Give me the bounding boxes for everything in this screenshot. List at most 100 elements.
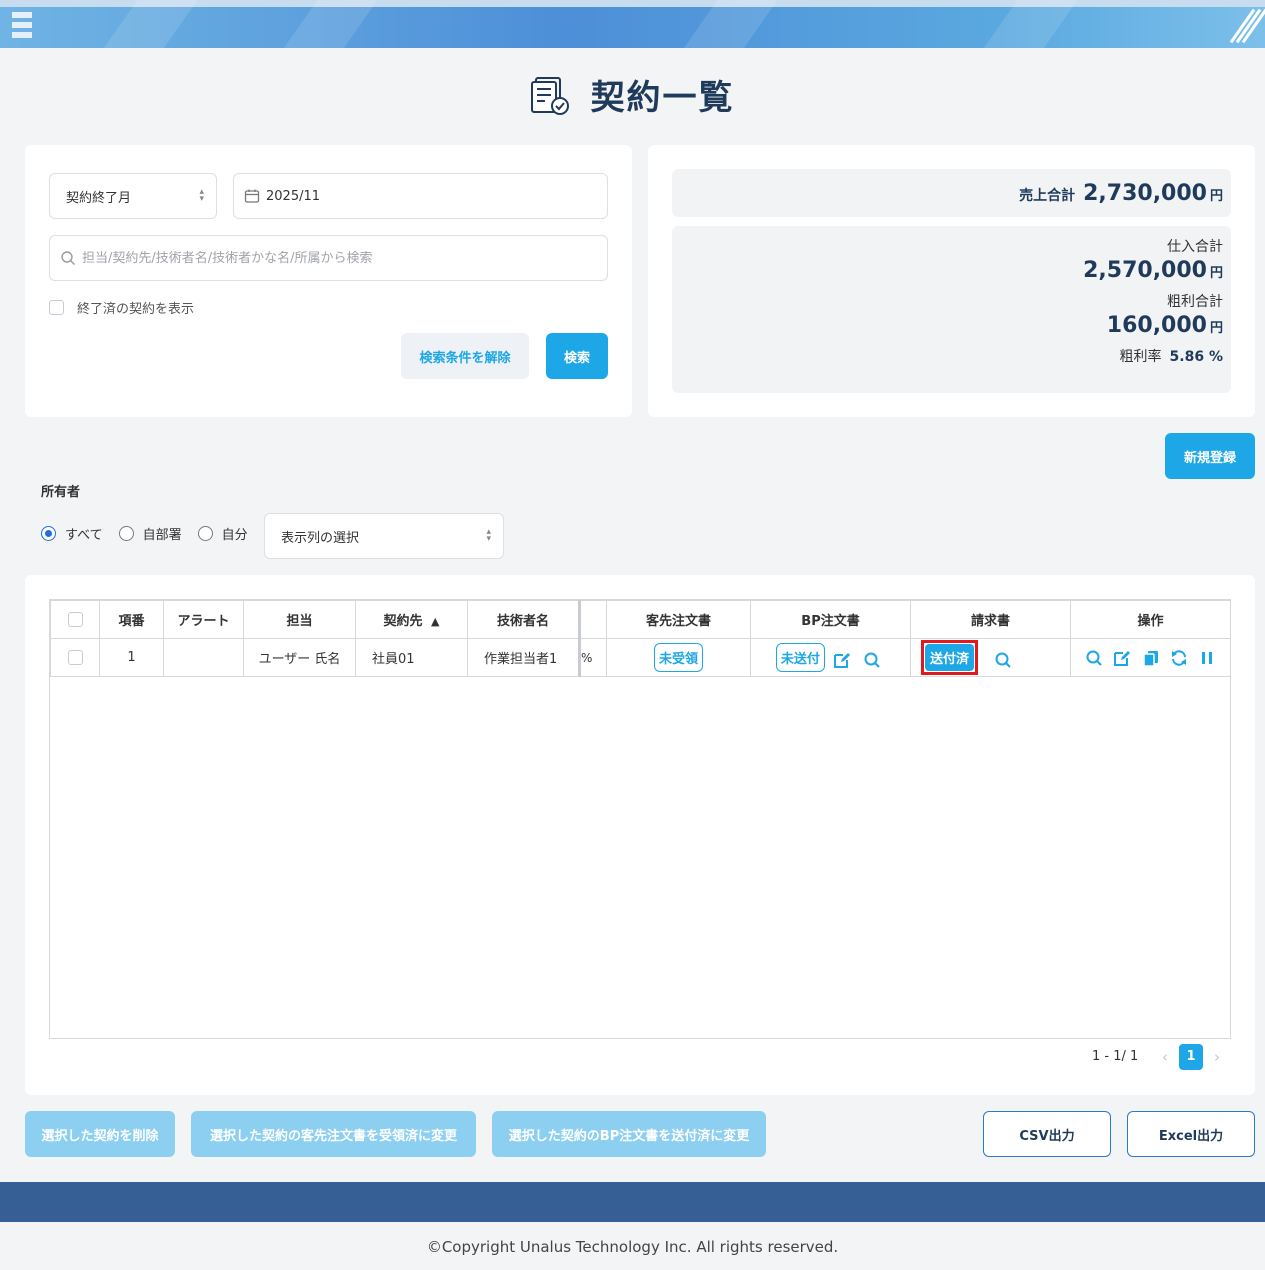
page-header: 契約一覧 (0, 70, 1265, 119)
row-engineer: 作業担当者1 (467, 638, 581, 677)
csv-export-button[interactable]: CSV出力 (983, 1111, 1111, 1157)
top-bar-stripe (95, 0, 205, 48)
header-bp-order[interactable]: BP注文書 (750, 600, 911, 639)
top-bar (0, 0, 1265, 48)
header-engineer[interactable]: 技術者名 (467, 600, 581, 639)
month-type-select[interactable]: 契約終了月 ▴ ▾ (49, 173, 217, 219)
header-select-all[interactable] (50, 600, 100, 639)
row-customer-order: 未受領 (606, 638, 751, 677)
header-hidden-column (579, 600, 607, 639)
month-type-value: 契約終了月 (66, 190, 132, 206)
header-index[interactable]: 項番 (99, 600, 164, 639)
new-registration-button[interactable]: 新規登録 (1165, 433, 1255, 479)
search-card: 契約終了月 ▴▾ 2025/11 終了済の契約を表示 検索条件を解除 検索 (25, 145, 632, 417)
margin-rate-value: 5.86 % (1169, 349, 1223, 365)
pagination-prev-icon[interactable]: ‹ (1155, 1044, 1175, 1070)
customer-order-status-button[interactable]: 未受領 (653, 643, 703, 672)
row-owner: ユーザー 氏名 (243, 638, 356, 677)
show-finished-checkbox[interactable] (49, 300, 64, 315)
search-icon (61, 251, 75, 265)
bp-order-status-button[interactable]: 未送付 (775, 643, 825, 672)
invoice-status-highlight: 送付済 (921, 640, 979, 675)
header-invoice[interactable]: 請求書 (910, 600, 1071, 639)
copy-icon[interactable] (1142, 649, 1160, 667)
owner-radio-group: すべて 自部署 自分 (41, 524, 248, 543)
sales-total-label: 売上合計 (1019, 188, 1076, 204)
mark-customer-order-received-button[interactable]: 選択した契約の客先注文書を受領済に変更 (191, 1111, 476, 1157)
updown-chevron-icon: ▴ ▾ (486, 527, 491, 544)
edit-icon[interactable] (833, 651, 851, 669)
row-select-cell (50, 638, 100, 677)
pagination-page-1[interactable]: 1 (1179, 1044, 1203, 1070)
month-picker[interactable]: 2025/11 (233, 173, 608, 219)
search-icon[interactable] (994, 651, 1012, 669)
header-alert[interactable]: アラート (163, 600, 244, 639)
owner-radio-self[interactable] (197, 526, 213, 541)
profit-total-label: 粗利合計 (1167, 294, 1223, 310)
header-customer-order[interactable]: 客先注文書 (606, 600, 751, 639)
view-detail-icon[interactable] (1085, 649, 1103, 667)
contract-table: 項番 アラート 担当 契約先 ▲ 技術者名 客先注文書 BP注文書 請求書 操作… (50, 600, 1231, 677)
top-bar-stripe (975, 0, 1085, 48)
show-finished-label: 終了済の契約を表示 (77, 302, 195, 317)
yen-unit: 円 (1209, 189, 1223, 204)
footer-band (0, 1182, 1265, 1222)
contract-document-icon (531, 76, 570, 115)
owner-radio-all[interactable] (41, 526, 56, 541)
mark-bp-order-sent-button[interactable]: 選択した契約のBP注文書を送付済に変更 (492, 1111, 766, 1157)
table-row: 1 ユーザー 氏名 社員01 作業担当者1 % 未受領 未送付 送付済 (50, 638, 1231, 677)
search-icon[interactable] (863, 651, 881, 669)
owner-option-self: 自分 (221, 528, 248, 543)
row-index: 1 (99, 638, 164, 677)
yen-unit: 円 (1209, 321, 1223, 336)
keyword-search-input[interactable] (82, 250, 607, 266)
purchase-total-label: 仕入合計 (1167, 239, 1223, 255)
column-selector[interactable]: 表示列の選択 ▴ ▾ (264, 513, 504, 559)
summary-card: 売上合計 2,730,000 円 仕入合計 2,570,000 円 粗利合計 16… (648, 145, 1255, 417)
show-finished-option: 終了済の契約を表示 (49, 298, 194, 317)
delete-selected-button[interactable]: 選択した契約を削除 (25, 1111, 175, 1157)
sort-ascending-icon: ▲ (431, 615, 440, 628)
top-bar-stripe (675, 0, 785, 48)
top-bar-stripe (275, 0, 385, 48)
row-invoice: 送付済 (910, 638, 1071, 677)
month-picker-value: 2025/11 (266, 188, 321, 204)
pause-icon[interactable] (1198, 649, 1216, 667)
select-all-checkbox[interactable] (67, 612, 83, 627)
margin-rate-label: 粗利率 (1119, 349, 1162, 365)
purchase-total-value: 2,570,000 (1083, 258, 1207, 283)
calendar-icon (244, 189, 260, 203)
invoice-status-button[interactable]: 送付済 (925, 644, 975, 671)
profit-total-value: 160,000 (1106, 313, 1207, 338)
sales-total-value: 2,730,000 (1083, 181, 1207, 206)
clear-conditions-button[interactable]: 検索条件を解除 (401, 333, 529, 379)
table-header-row: 項番 アラート 担当 契約先 ▲ 技術者名 客先注文書 BP注文書 請求書 操作 (50, 600, 1231, 639)
menu-icon[interactable] (12, 12, 34, 44)
header-client-label: 契約先 (383, 614, 423, 629)
pagination-next-icon[interactable]: › (1207, 1044, 1227, 1070)
owner-radio-department[interactable] (118, 526, 134, 541)
edit-icon[interactable] (1113, 649, 1131, 667)
yen-unit: 円 (1209, 266, 1223, 281)
column-selector-value: 表示列の選択 (281, 530, 360, 546)
purchase-profit-box: 仕入合計 2,570,000 円 粗利合計 160,000 円 粗利率 5.86 % (672, 226, 1231, 393)
pagination-range: 1 - 1/ 1 (1092, 1049, 1139, 1064)
owner-option-department: 自部署 (142, 528, 182, 543)
owner-option-all: すべて (65, 528, 103, 543)
keyword-search-field[interactable] (49, 235, 608, 281)
row-checkbox[interactable] (67, 650, 83, 665)
owner-label: 所有者 (41, 485, 81, 500)
purchase-profit-values: 仕入合計 2,570,000 円 粗利合計 160,000 円 粗利率 5.86 % (1083, 236, 1223, 366)
row-alert (163, 638, 244, 677)
page-title: 契約一覧 (590, 78, 735, 118)
header-client[interactable]: 契約先 ▲ (355, 600, 468, 639)
refresh-icon[interactable] (1170, 649, 1188, 667)
header-actions[interactable]: 操作 (1070, 600, 1231, 639)
search-button[interactable]: 検索 (546, 333, 608, 379)
updown-chevron-icon: ▴ ▾ (199, 187, 204, 204)
sales-total-box: 売上合計 2,730,000 円 (672, 169, 1231, 217)
stripes-icon (1229, 8, 1265, 46)
excel-export-button[interactable]: Excel出力 (1127, 1111, 1255, 1157)
row-overflow-text: % (579, 638, 607, 677)
header-owner[interactable]: 担当 (243, 600, 356, 639)
